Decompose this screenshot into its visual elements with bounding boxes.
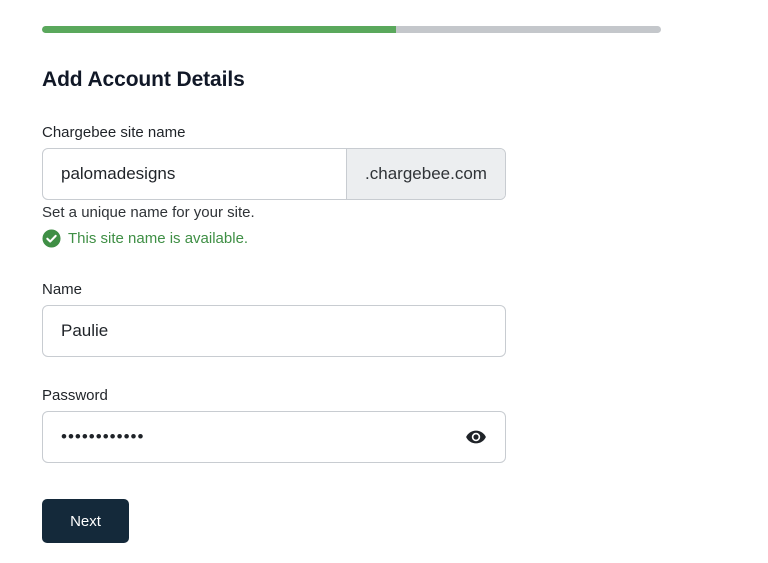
eye-icon[interactable] [465, 426, 487, 448]
account-details-page: Add Account Details Chargebee site name … [0, 0, 768, 563]
progress-bar-fill [42, 26, 397, 33]
check-circle-icon [42, 229, 61, 248]
password-input[interactable] [43, 412, 465, 462]
name-input[interactable] [43, 306, 505, 356]
progress-bar [42, 26, 661, 33]
name-label: Name [42, 281, 83, 298]
name-field-group [42, 305, 506, 357]
site-name-hint: Set a unique name for your site. [42, 204, 255, 221]
site-domain-suffix: .chargebee.com [346, 149, 505, 199]
site-name-label: Chargebee site name [42, 124, 186, 141]
site-name-field-group: .chargebee.com [42, 148, 506, 200]
password-label: Password [42, 387, 108, 404]
password-field-group [42, 411, 506, 463]
availability-text: This site name is available. [68, 230, 249, 247]
page-title: Add Account Details [42, 68, 245, 91]
site-name-input[interactable] [43, 149, 346, 199]
site-availability-message: This site name is available. [42, 229, 248, 248]
next-button[interactable]: Next [42, 499, 129, 543]
